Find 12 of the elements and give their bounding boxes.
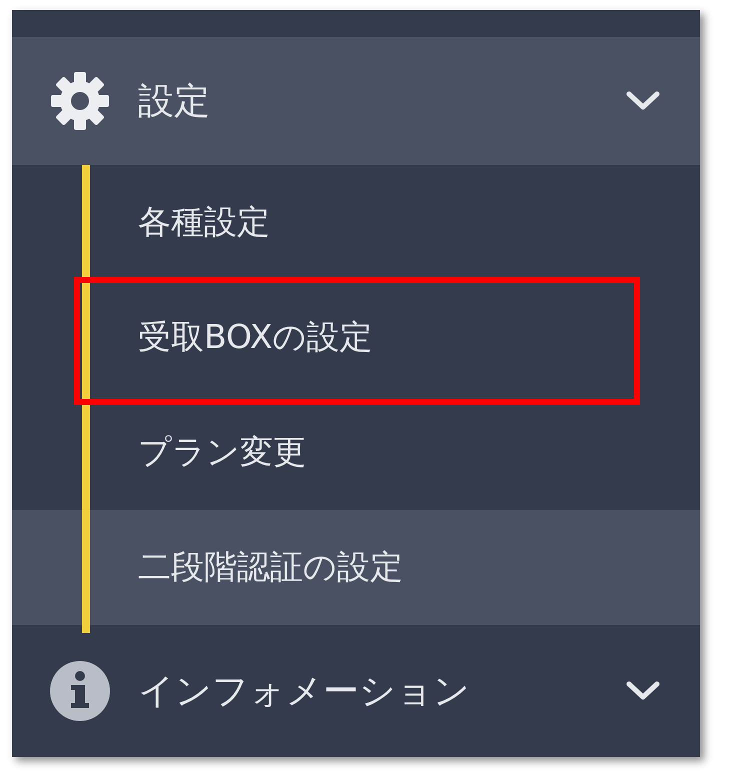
gear-icon: [48, 69, 112, 133]
info-icon: [48, 659, 112, 723]
menu-header[interactable]: インフォメーション: [12, 625, 700, 757]
submenu-item[interactable]: プラン変更: [12, 395, 700, 510]
chevron-down-icon: [626, 91, 660, 111]
chevron-down-icon: [626, 681, 660, 701]
menu-header[interactable]: 設定: [12, 37, 700, 165]
menu-label: 設定: [138, 80, 211, 124]
submenu-item[interactable]: 受取BOXの設定: [12, 280, 700, 395]
menu-label: インフォメーション: [138, 670, 471, 714]
submenu-item[interactable]: 各種設定: [12, 165, 700, 280]
submenu-item[interactable]: 二段階認証の設定: [12, 510, 700, 625]
